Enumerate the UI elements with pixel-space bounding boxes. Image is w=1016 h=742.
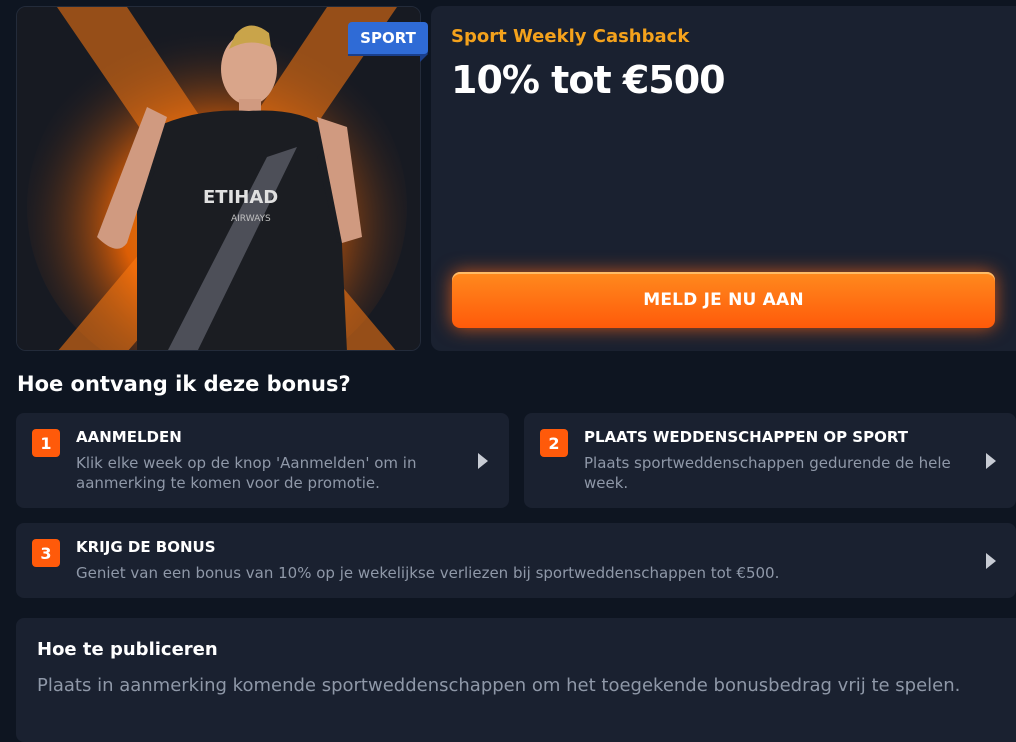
chevron-right-icon[interactable]: [986, 553, 996, 569]
section-title: Hoe ontvang ik deze bonus?: [17, 372, 351, 396]
step-title: KRIJG DE BONUS: [76, 538, 216, 556]
publish-text: Plaats in aanmerking komende sportwedden…: [37, 675, 961, 696]
publish-title: Hoe te publiceren: [37, 639, 218, 660]
step-title: AANMELDEN: [76, 428, 182, 446]
step-title: PLAATS WEDDENSCHAPPEN OP SPORT: [584, 428, 908, 446]
step-number-badge: 2: [540, 429, 568, 457]
step-card-3[interactable]: [16, 523, 1016, 598]
step-number-badge: 3: [32, 539, 60, 567]
chevron-right-icon[interactable]: [478, 453, 488, 469]
signup-button[interactable]: MELD JE NU AAN: [452, 272, 995, 328]
promo-hero-image: ETIHAD AIRWAYS: [16, 6, 421, 351]
step-number-badge: 1: [32, 429, 60, 457]
hero-illustration: ETIHAD AIRWAYS: [17, 7, 420, 350]
promo-amount: 10% tot €500: [451, 58, 726, 102]
step-description: Klik elke week op de knop 'Aanmelden' om…: [76, 454, 417, 492]
svg-text:ETIHAD: ETIHAD: [203, 187, 278, 208]
chevron-right-icon[interactable]: [986, 453, 996, 469]
promo-category: Sport Weekly Cashback: [451, 26, 690, 47]
step-description: Plaats sportweddenschappen gedurende de …: [584, 454, 951, 492]
sport-badge: SPORT: [348, 22, 428, 62]
svg-text:AIRWAYS: AIRWAYS: [231, 214, 271, 224]
step-description: Geniet van een bonus van 10% op je wekel…: [76, 564, 780, 582]
